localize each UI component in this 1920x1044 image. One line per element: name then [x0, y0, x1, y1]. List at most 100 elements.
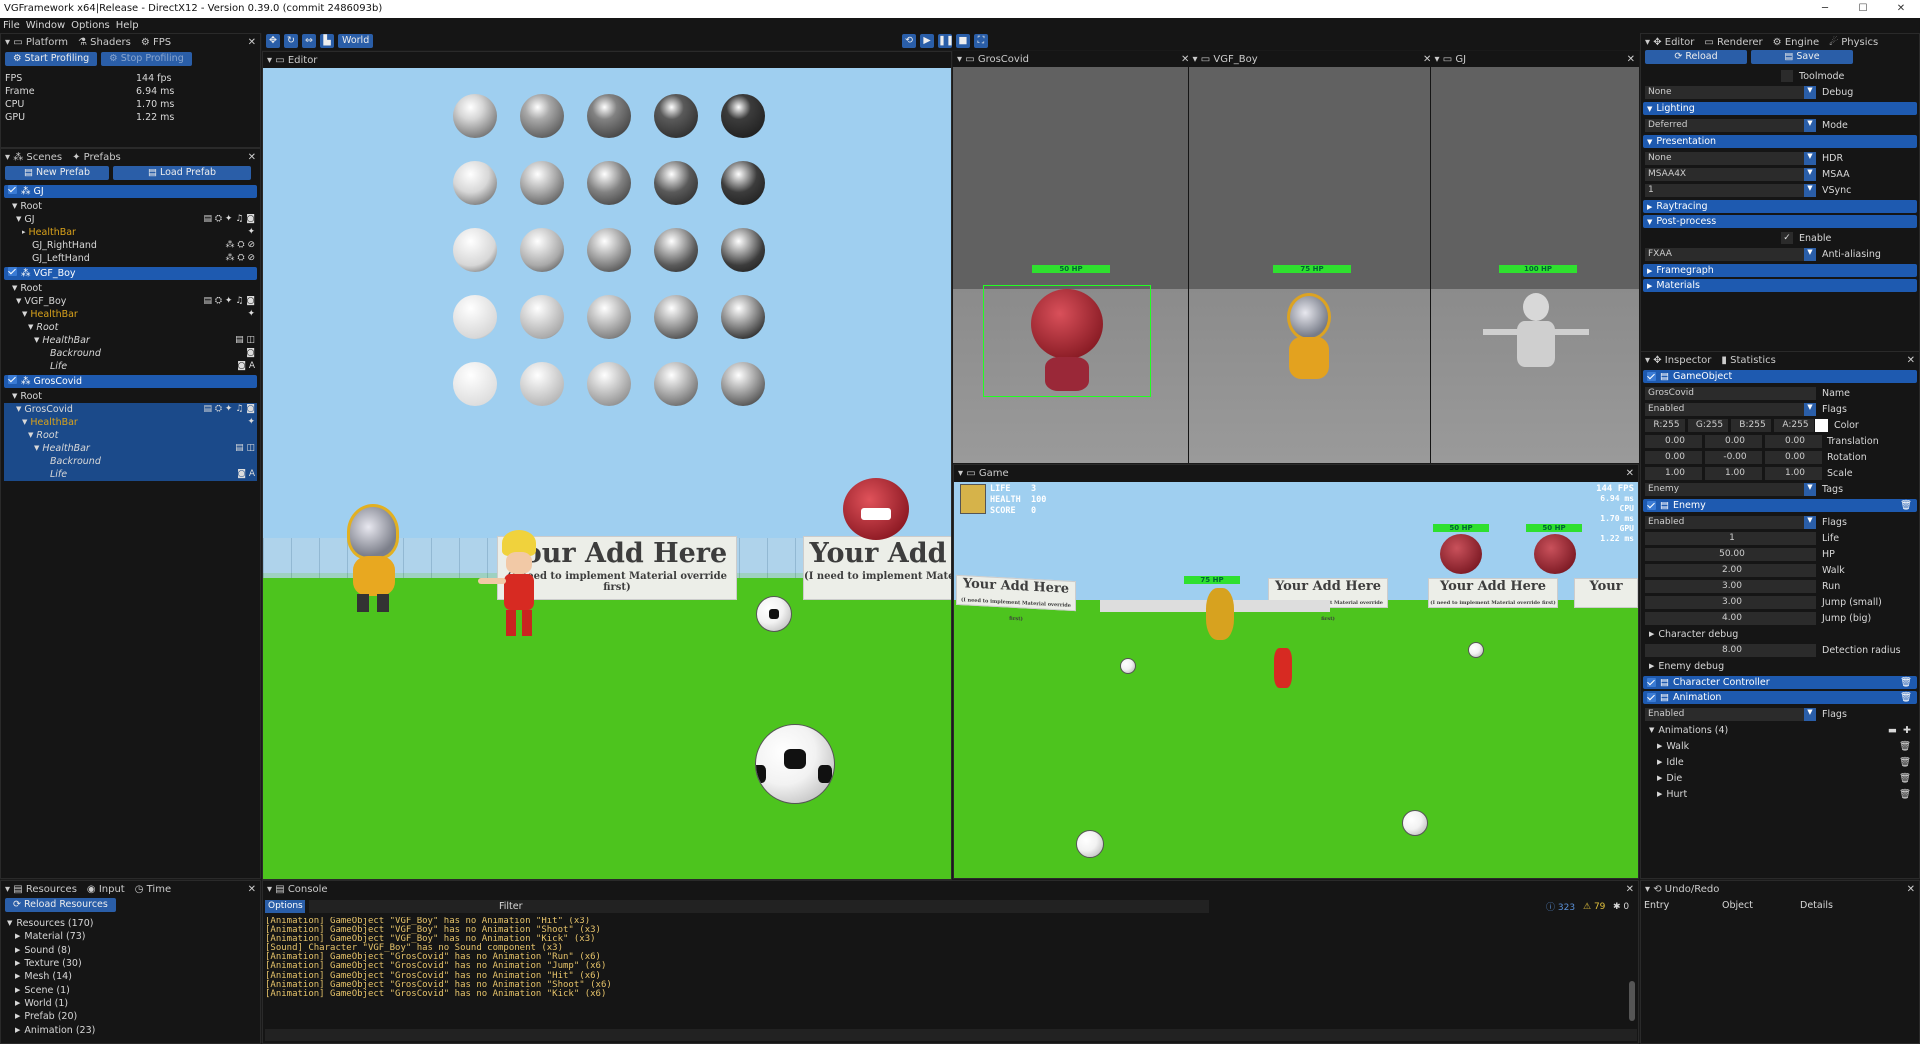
expand-arrow-icon[interactable]: ▼: [12, 200, 17, 213]
mode-row-dropdown[interactable]: Deferred ▼: [1645, 118, 1816, 132]
animation-flags-row-dropdown[interactable]: Enabled ▼: [1645, 707, 1816, 721]
msaa-row-dropdown[interactable]: MSAA4X ▼: [1645, 167, 1816, 181]
gameobject-header[interactable]: ▤ GameObject: [1643, 370, 1917, 383]
tree-node[interactable]: Backround: [4, 455, 257, 468]
component-checkbox[interactable]: [1647, 678, 1656, 687]
chevron-down-icon[interactable]: ▼: [1804, 85, 1816, 99]
close-panel-icon[interactable]: ✕: [1907, 355, 1915, 366]
error-count[interactable]: ✱ 0: [1613, 902, 1629, 912]
expand-arrow-icon[interactable]: ▼: [16, 295, 21, 308]
settings-tab-editor[interactable]: ▾ ✥ Editor: [1645, 37, 1694, 48]
checkmark-icon[interactable]: ✓: [1781, 232, 1793, 244]
tree-node[interactable]: ▼ Root: [4, 429, 257, 442]
tree-node[interactable]: GJ_LeftHand ⁂ ⛭ ⊘: [4, 252, 257, 265]
robot-character[interactable]: [339, 504, 409, 614]
editor-viewport[interactable]: Your Add Here (I need to implement Mater…: [263, 68, 951, 879]
close-panel-icon[interactable]: ✕: [248, 37, 256, 48]
load-prefab-button[interactable]: ▤ Load Prefab: [113, 166, 251, 180]
boy-character[interactable]: [478, 530, 548, 640]
rotate-tool-icon[interactable]: ↻: [284, 34, 298, 48]
materials-header[interactable]: ▶ Materials: [1643, 279, 1917, 292]
view-tab-vgf-boy[interactable]: ✕ ▾ ▭ VGF_Boy: [1181, 54, 1258, 65]
resource-node[interactable]: ▶ Scene (1): [7, 983, 254, 996]
color-swatch[interactable]: [1815, 418, 1828, 432]
expand-arrow-icon[interactable]: ▼: [28, 321, 33, 334]
tree-node[interactable]: ▼ GrosCovid ▤ ⛭ ✦ ♫ ◙: [4, 403, 257, 416]
name-input[interactable]: GrosCovid: [1645, 386, 1816, 400]
tree-node[interactable]: Life ◙ A: [4, 468, 257, 481]
trash-icon[interactable]: 🗑: [1899, 772, 1911, 785]
tree-node[interactable]: Life ◙ A: [4, 360, 257, 373]
new-prefab-button[interactable]: ▤ New Prefab: [5, 166, 109, 180]
menu-file[interactable]: File: [3, 18, 20, 33]
close-panel-icon[interactable]: ✕: [1626, 468, 1634, 479]
settings-tab-renderer[interactable]: ▭ Renderer: [1704, 37, 1762, 48]
resource-node[interactable]: ▶ Material (73): [7, 930, 254, 943]
translation-y-field[interactable]: 0.00: [1705, 434, 1762, 448]
chevron-down-icon[interactable]: ▼: [1804, 118, 1816, 132]
framegraph-header[interactable]: ▶ Framegraph: [1643, 264, 1917, 277]
fps-tab[interactable]: ⚙ FPS: [141, 37, 171, 48]
vsync-row-dropdown[interactable]: 1 ▼: [1645, 183, 1816, 197]
move-tool-icon[interactable]: ✥: [266, 34, 280, 48]
stop-icon[interactable]: ■: [956, 34, 970, 48]
stop-profiling-button[interactable]: ⚙ Stop Profiling: [101, 52, 192, 66]
save-button[interactable]: ▤ Save: [1751, 50, 1853, 64]
lighting-header[interactable]: ▼ Lighting: [1643, 102, 1917, 115]
animation-header[interactable]: ▤ Animation 🗑: [1643, 691, 1917, 704]
resources-tab[interactable]: ▾ ▤ Resources: [5, 884, 77, 895]
rotation-z-field[interactable]: 0.00: [1765, 450, 1822, 464]
tree-node[interactable]: ▼ HealthBar ▤ ◫: [4, 442, 257, 455]
resource-node[interactable]: ▶ Texture (30): [7, 957, 254, 970]
walk-row-field[interactable]: 2.00: [1645, 563, 1816, 577]
restart-icon[interactable]: ⟲: [902, 34, 916, 48]
color-b-field[interactable]: B:255: [1731, 418, 1771, 432]
add-icon[interactable]: ✚: [1903, 724, 1911, 737]
view-tab-groscovid[interactable]: ▾ ▭ GrosCovid: [957, 54, 1029, 65]
expand-arrow-icon[interactable]: ▼: [34, 442, 39, 455]
tree-node[interactable]: ▼ Root: [4, 282, 257, 295]
statistics-tab[interactable]: ▮ Statistics: [1721, 355, 1775, 366]
trash-icon[interactable]: 🗑: [1900, 499, 1912, 512]
tree-node[interactable]: ▼ VGF_Boy ▤ ⛭ ✦ ♫ ◙: [4, 295, 257, 308]
tree-node[interactable]: ▼ Root: [4, 390, 257, 403]
expand-arrow-icon[interactable]: ▼: [28, 429, 33, 442]
settings-tab-engine[interactable]: ⚙ Engine: [1773, 37, 1819, 48]
tree-node[interactable]: ▼ Root: [4, 321, 257, 334]
play-icon[interactable]: ▶: [920, 34, 934, 48]
flags-row-dropdown[interactable]: Enabled ▼: [1645, 402, 1816, 416]
view-tab-gj[interactable]: ✕ ▾ ▭ GJ: [1423, 54, 1466, 65]
inspector-tab[interactable]: ▾ ✥ Inspector: [1645, 355, 1711, 366]
chevron-down-icon[interactable]: ▼: [1804, 482, 1816, 496]
prefabs-tab[interactable]: ✦ Prefabs: [72, 152, 121, 163]
tree-node[interactable]: ▸ HealthBar ✦: [4, 226, 257, 239]
snap-tool-icon[interactable]: ▙: [320, 34, 334, 48]
world-space-button[interactable]: World: [338, 34, 374, 48]
hdr-row-dropdown[interactable]: None ▼: [1645, 151, 1816, 165]
game-viewport[interactable]: LIFE 3 HEALTH 100 SCORE 0 144 FPS 6.94 m…: [954, 482, 1638, 878]
resource-node[interactable]: ▶ Animation (23): [7, 1023, 254, 1036]
character-debug-node[interactable]: ▶ Character debug: [1643, 626, 1917, 642]
scale-y-field[interactable]: 1.00: [1705, 466, 1762, 480]
scene-checkbox[interactable]: [8, 267, 17, 276]
chevron-down-icon[interactable]: ▼: [1804, 707, 1816, 721]
animation-item[interactable]: ▶ Idle 🗑: [1643, 754, 1917, 770]
enemy-header[interactable]: ▤ Enemy 🗑: [1643, 499, 1917, 512]
scene-header[interactable]: ⁂ GJ: [4, 185, 257, 198]
shaders-tab[interactable]: ⚗ Shaders: [78, 37, 131, 48]
maximize-icon[interactable]: ☐: [1844, 0, 1882, 18]
color-g-field[interactable]: G:255: [1688, 418, 1728, 432]
tree-node[interactable]: ▼ HealthBar ✦: [4, 308, 257, 321]
tree-node[interactable]: ▼ HealthBar ▤ ◫: [4, 334, 257, 347]
close-panel-icon[interactable]: ✕: [248, 884, 256, 895]
resource-node[interactable]: ▶ Mesh (14): [7, 970, 254, 983]
scene-checkbox[interactable]: [8, 185, 17, 194]
chevron-down-icon[interactable]: ▼: [1804, 167, 1816, 181]
trash-icon[interactable]: 🗑: [1899, 788, 1911, 801]
tree-node[interactable]: ▼ HealthBar ✦: [4, 416, 257, 429]
scale-z-field[interactable]: 1.00: [1765, 466, 1822, 480]
soccer-ball[interactable]: [755, 724, 835, 804]
antialiasing-row-dropdown[interactable]: FXAA ▼: [1645, 247, 1816, 261]
raytracing-header[interactable]: ▶ Raytracing: [1643, 200, 1917, 213]
tree-node[interactable]: GJ_RightHand ⁂ ⛭ ⊘: [4, 239, 257, 252]
